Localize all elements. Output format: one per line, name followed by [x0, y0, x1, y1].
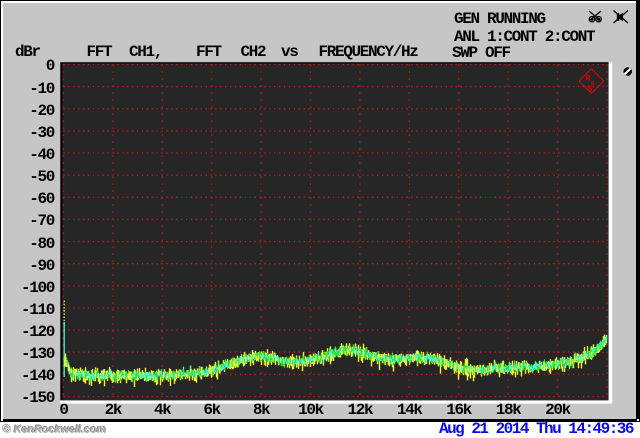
svg-text:S: S: [588, 85, 593, 94]
